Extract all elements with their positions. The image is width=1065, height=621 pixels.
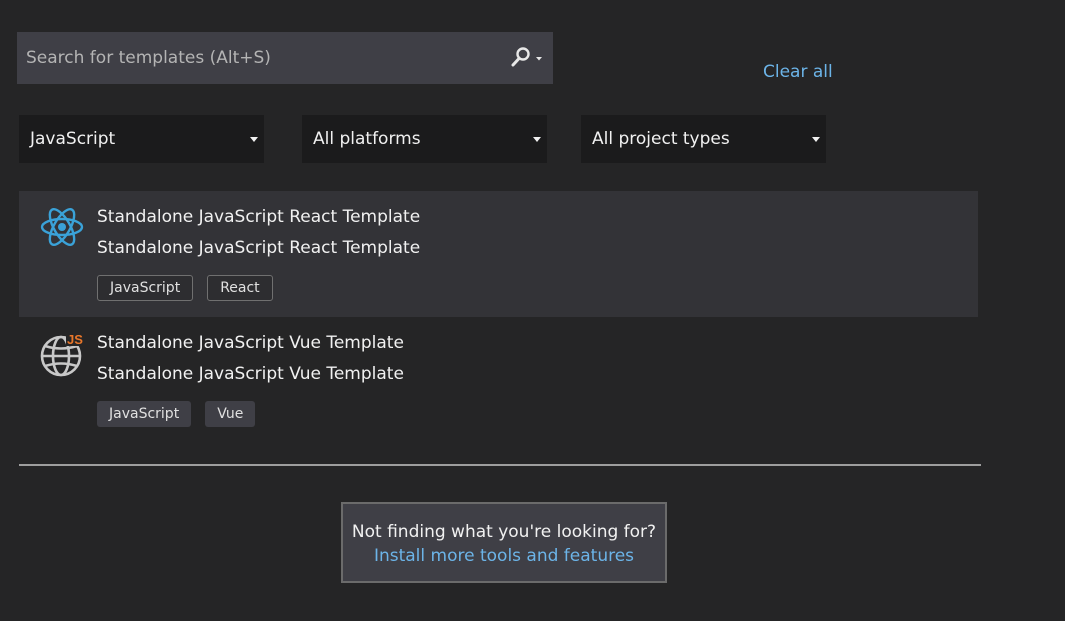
chevron-down-icon [250, 137, 258, 142]
react-atom-icon [39, 205, 85, 251]
search-box[interactable] [17, 32, 553, 84]
search-input[interactable] [18, 33, 498, 83]
chevron-down-icon [536, 57, 542, 61]
template-item-vue[interactable]: JS Standalone JavaScript Vue Template St… [19, 317, 978, 443]
chevron-down-icon [533, 137, 541, 142]
template-description: Standalone JavaScript React Template [97, 238, 421, 258]
template-description: Standalone JavaScript Vue Template [97, 364, 404, 384]
language-filter[interactable]: JavaScript [19, 115, 264, 163]
template-picker: Clear all JavaScript All platforms All p… [0, 0, 1065, 621]
template-title: Standalone JavaScript React Template [97, 207, 421, 227]
template-item-react[interactable]: Standalone JavaScript React Template Sta… [19, 191, 978, 317]
platform-filter[interactable]: All platforms [302, 115, 547, 163]
tag-javascript: JavaScript [97, 275, 194, 301]
install-more-tools-link[interactable]: Install more tools and features [343, 546, 665, 566]
tag-javascript: JavaScript [97, 401, 192, 427]
tag-vue: Vue [205, 401, 256, 427]
clear-all-link[interactable]: Clear all [763, 62, 833, 82]
project-type-filter[interactable]: All project types [581, 115, 826, 163]
language-filter-value: JavaScript [30, 129, 116, 149]
chevron-down-icon [812, 137, 820, 142]
search-icon [511, 47, 542, 67]
svg-text:JS: JS [67, 332, 83, 347]
search-options-button[interactable] [506, 46, 546, 70]
not-finding-question: Not finding what you're looking for? [351, 522, 657, 542]
divider [19, 464, 981, 466]
not-finding-panel: Not finding what you're looking for? Ins… [341, 502, 667, 583]
project-type-filter-value: All project types [592, 129, 730, 149]
tag-react: React [207, 275, 273, 301]
template-title: Standalone JavaScript Vue Template [97, 333, 404, 353]
platform-filter-value: All platforms [313, 129, 421, 149]
globe-js-icon: JS [39, 331, 85, 377]
